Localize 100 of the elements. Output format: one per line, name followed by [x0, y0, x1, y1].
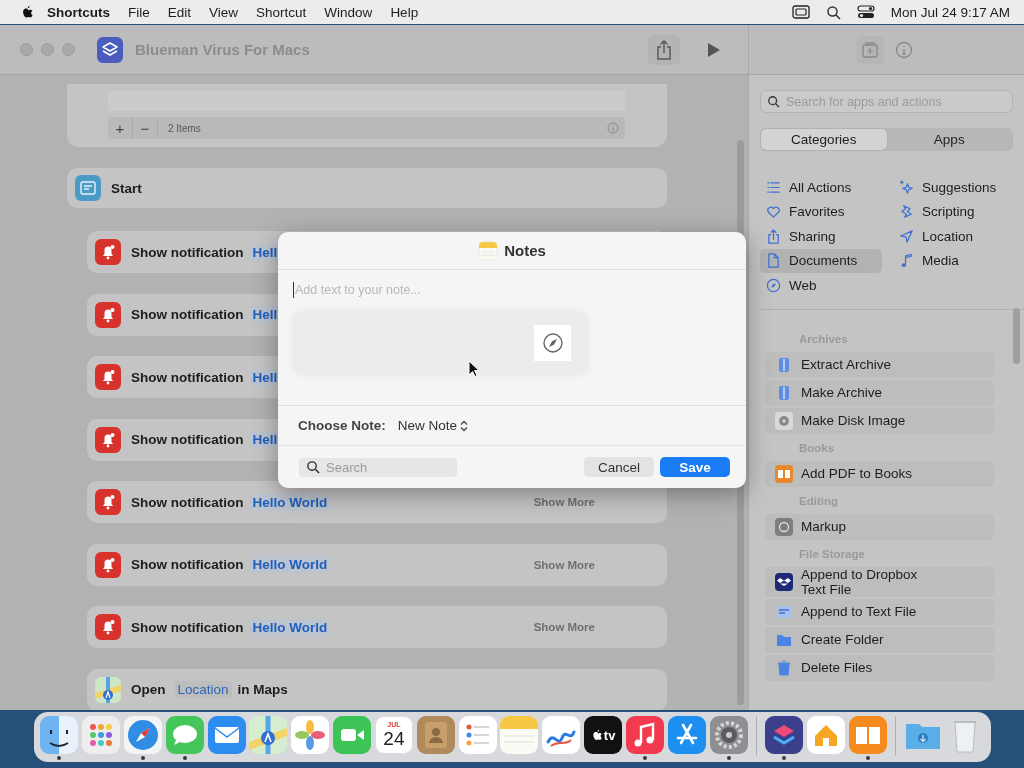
tv-tile[interactable]: tv [584, 716, 623, 754]
action-item[interactable]: Make Archive [765, 379, 994, 406]
bell-icon [95, 364, 121, 390]
bell-icon [95, 551, 121, 578]
envelope-icon[interactable] [207, 716, 246, 754]
category-item[interactable]: Location [893, 224, 1013, 249]
open-book-icon[interactable] [848, 716, 887, 754]
menu-item[interactable]: Shortcuts [38, 4, 119, 20]
hard-drive-icon [775, 411, 793, 430]
panel-icon [75, 175, 101, 201]
location-arrow-icon [899, 228, 914, 244]
action-item[interactable]: Append to Text File [765, 598, 994, 625]
scroll-icon [899, 204, 914, 220]
tray-plus-icon [860, 40, 879, 59]
action-label: in Maps [237, 682, 288, 697]
item-count: 2 Items [168, 122, 201, 134]
music-note-icon[interactable] [625, 716, 664, 754]
open-book-icon [775, 464, 793, 483]
layers-icon[interactable] [765, 716, 803, 754]
category-label: Location [922, 228, 974, 244]
action-label: Show notification [131, 557, 244, 572]
remove-button[interactable]: − [133, 117, 158, 139]
scribble-icon[interactable] [542, 716, 581, 754]
category-label: Documents [789, 253, 858, 269]
triangle-lines-icon[interactable] [667, 716, 706, 754]
bell-icon [95, 614, 121, 640]
cancel-button[interactable]: Cancel [584, 457, 654, 477]
action-label: Show notification [131, 619, 244, 635]
action-item[interactable]: Make Disk Image [765, 407, 994, 434]
menu-item[interactable]: Window [315, 4, 382, 20]
note-text-field[interactable]: Add text to your note... [293, 282, 595, 298]
tile-label: tv [603, 727, 616, 743]
menu-item[interactable]: Help [381, 4, 428, 20]
library-button[interactable] [855, 35, 884, 64]
action-label: Append to Dropbox Text File [801, 566, 919, 597]
action-label: Create Folder [801, 632, 885, 647]
menu-item[interactable]: File [119, 4, 159, 20]
action-label: Markup [801, 519, 847, 534]
open-link-button[interactable] [534, 325, 571, 361]
compass-icon [766, 277, 781, 293]
category-label: Suggestions [922, 179, 997, 195]
menu-item[interactable]: View [200, 4, 248, 20]
search-icon[interactable] [825, 4, 841, 20]
segment-tab[interactable]: Categories [761, 129, 887, 150]
category-item[interactable]: All Actions [760, 175, 882, 200]
document-icon [766, 253, 781, 269]
category-item[interactable]: Media [893, 248, 1013, 273]
category-item[interactable]: Documents [760, 248, 882, 273]
category-item[interactable]: Sharing [760, 224, 882, 249]
menu-item[interactable]: Edit [158, 4, 201, 20]
action-label: Show notification [131, 494, 244, 510]
share-button[interactable] [648, 34, 680, 65]
save-button[interactable]: Save [660, 457, 730, 477]
action-label: Show notification [131, 369, 244, 385]
menu-clock[interactable]: Mon Jul 24 9:17 AM [890, 4, 1010, 20]
address-book-icon[interactable] [416, 716, 455, 754]
category-label: Media [922, 253, 959, 269]
compass-icon [541, 332, 564, 354]
action-label: Append to Text File [801, 604, 918, 619]
category-label: All Actions [789, 179, 852, 195]
action-item[interactable]: Markup [765, 513, 994, 540]
action-item[interactable]: Create Folder [765, 626, 994, 653]
bell-icon [95, 489, 121, 515]
menu-item[interactable]: Shortcut [247, 4, 316, 20]
field-label: Choose Note: [298, 418, 386, 433]
action-item[interactable]: Add PDF to Books [765, 460, 994, 487]
flower-icon[interactable] [291, 716, 330, 754]
windows-icon[interactable] [791, 5, 810, 19]
category-item[interactable]: Favorites [760, 199, 882, 224]
compass-icon[interactable] [123, 716, 162, 754]
action-label: Show notification [131, 307, 244, 322]
trash-icon [775, 658, 793, 677]
info-icon [894, 40, 913, 59]
segment-tab[interactable]: Apps [886, 129, 1012, 150]
search-icon [767, 95, 780, 108]
checklist-icon[interactable] [458, 716, 497, 754]
speech-bubble-icon[interactable] [165, 716, 204, 754]
heart-icon [766, 204, 781, 220]
scrollbar[interactable] [1013, 308, 1020, 364]
action-label: Open [131, 682, 166, 697]
action-label: Extract Archive [801, 357, 893, 372]
action-item[interactable]: Extract Archive [765, 351, 994, 378]
action-item[interactable]: Append to Dropbox Text File [765, 566, 994, 597]
smile-icon[interactable] [40, 716, 79, 754]
toggles-icon[interactable] [856, 5, 875, 19]
map-icon[interactable] [249, 716, 288, 754]
music-note-icon [899, 253, 914, 269]
video-camera-icon[interactable] [333, 716, 372, 754]
add-button[interactable]: + [108, 117, 133, 139]
category-item[interactable]: Web [760, 273, 882, 298]
action-item[interactable]: Delete Files [765, 654, 994, 681]
calendar-day: 24 [383, 729, 405, 749]
sparkle-icon [899, 179, 914, 195]
note-popup[interactable]: New Note [397, 418, 469, 433]
category-item[interactable]: Scripting [893, 199, 1013, 224]
category-item[interactable]: Suggestions [893, 175, 1013, 200]
search-field[interactable]: Search [299, 457, 457, 477]
map-icon [95, 676, 121, 703]
gear-icon[interactable] [709, 716, 748, 754]
dialog-title: Notes [504, 242, 546, 259]
